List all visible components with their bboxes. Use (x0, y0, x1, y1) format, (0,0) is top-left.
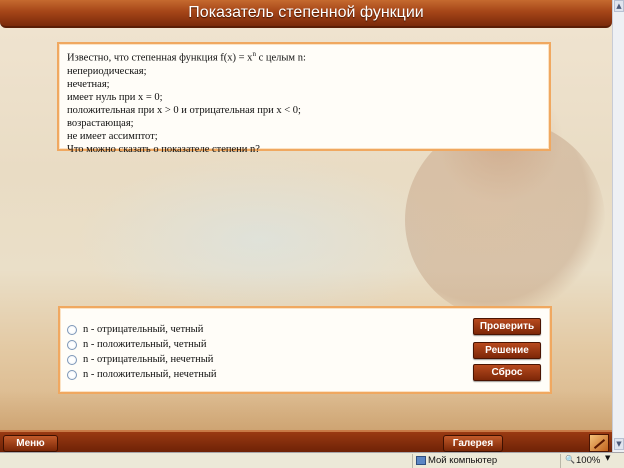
radio-button[interactable] (67, 354, 77, 365)
vertical-scrollbar[interactable]: ▲ ▼ (612, 0, 624, 452)
answer-option-2[interactable]: n - положительный, четный (67, 337, 217, 352)
zoom-level[interactable]: 100% (576, 455, 600, 466)
zoom-icon[interactable]: 🔍 (565, 455, 575, 464)
question-text: Известно, что степенная функция f(x) = x… (59, 44, 549, 160)
title-bar: Показатель степенной функции (0, 0, 612, 28)
answer-options: n - отрицательный, четный n - положитель… (67, 322, 217, 382)
gallery-button[interactable]: Галерея (443, 435, 503, 452)
reset-button[interactable]: Сброс (473, 364, 541, 381)
answer-option-1[interactable]: n - отрицательный, четный (67, 322, 217, 337)
question-line: непериодическая; (67, 65, 147, 77)
scroll-down-arrow-icon[interactable]: ▼ (614, 438, 624, 450)
answer-option-3[interactable]: n - отрицательный, нечетный (67, 352, 217, 367)
solution-button[interactable]: Решение (473, 342, 541, 359)
question-line: положительная при x > 0 и отрицательная … (67, 104, 301, 116)
radio-button[interactable] (67, 324, 77, 335)
question-line-1: Известно, что степенная функция f(x) = x… (67, 50, 306, 64)
question-line: возрастающая; (67, 117, 134, 129)
scroll-up-arrow-icon[interactable]: ▲ (614, 0, 624, 12)
question-prompt: Что можно сказать о показателе степени n… (67, 143, 260, 155)
bottom-bar: Меню Галерея (0, 430, 612, 452)
question-panel: Известно, что степенная функция f(x) = x… (57, 42, 551, 155)
question-line: нечетная; (67, 78, 110, 90)
security-zone-text: Мой компьютер (428, 455, 498, 466)
question-line: имеет нуль при x = 0; (67, 91, 163, 103)
question-line: не имеет ассимптот; (67, 130, 158, 142)
page-title: Показатель степенной функции (188, 4, 424, 21)
radio-button[interactable] (67, 369, 77, 380)
pencil-icon[interactable] (589, 434, 609, 452)
answer-panel: n - отрицательный, четный n - положитель… (58, 306, 552, 394)
answer-option-4[interactable]: n - положительный, нечетный (67, 367, 217, 382)
check-button[interactable]: Проверить (473, 318, 541, 335)
menu-button[interactable]: Меню (3, 435, 58, 452)
chevron-down-icon[interactable]: ▼ (605, 454, 610, 462)
computer-icon (416, 456, 426, 465)
status-bar: Мой компьютер 🔍 100% ▼ (0, 452, 624, 468)
radio-button[interactable] (67, 339, 77, 350)
